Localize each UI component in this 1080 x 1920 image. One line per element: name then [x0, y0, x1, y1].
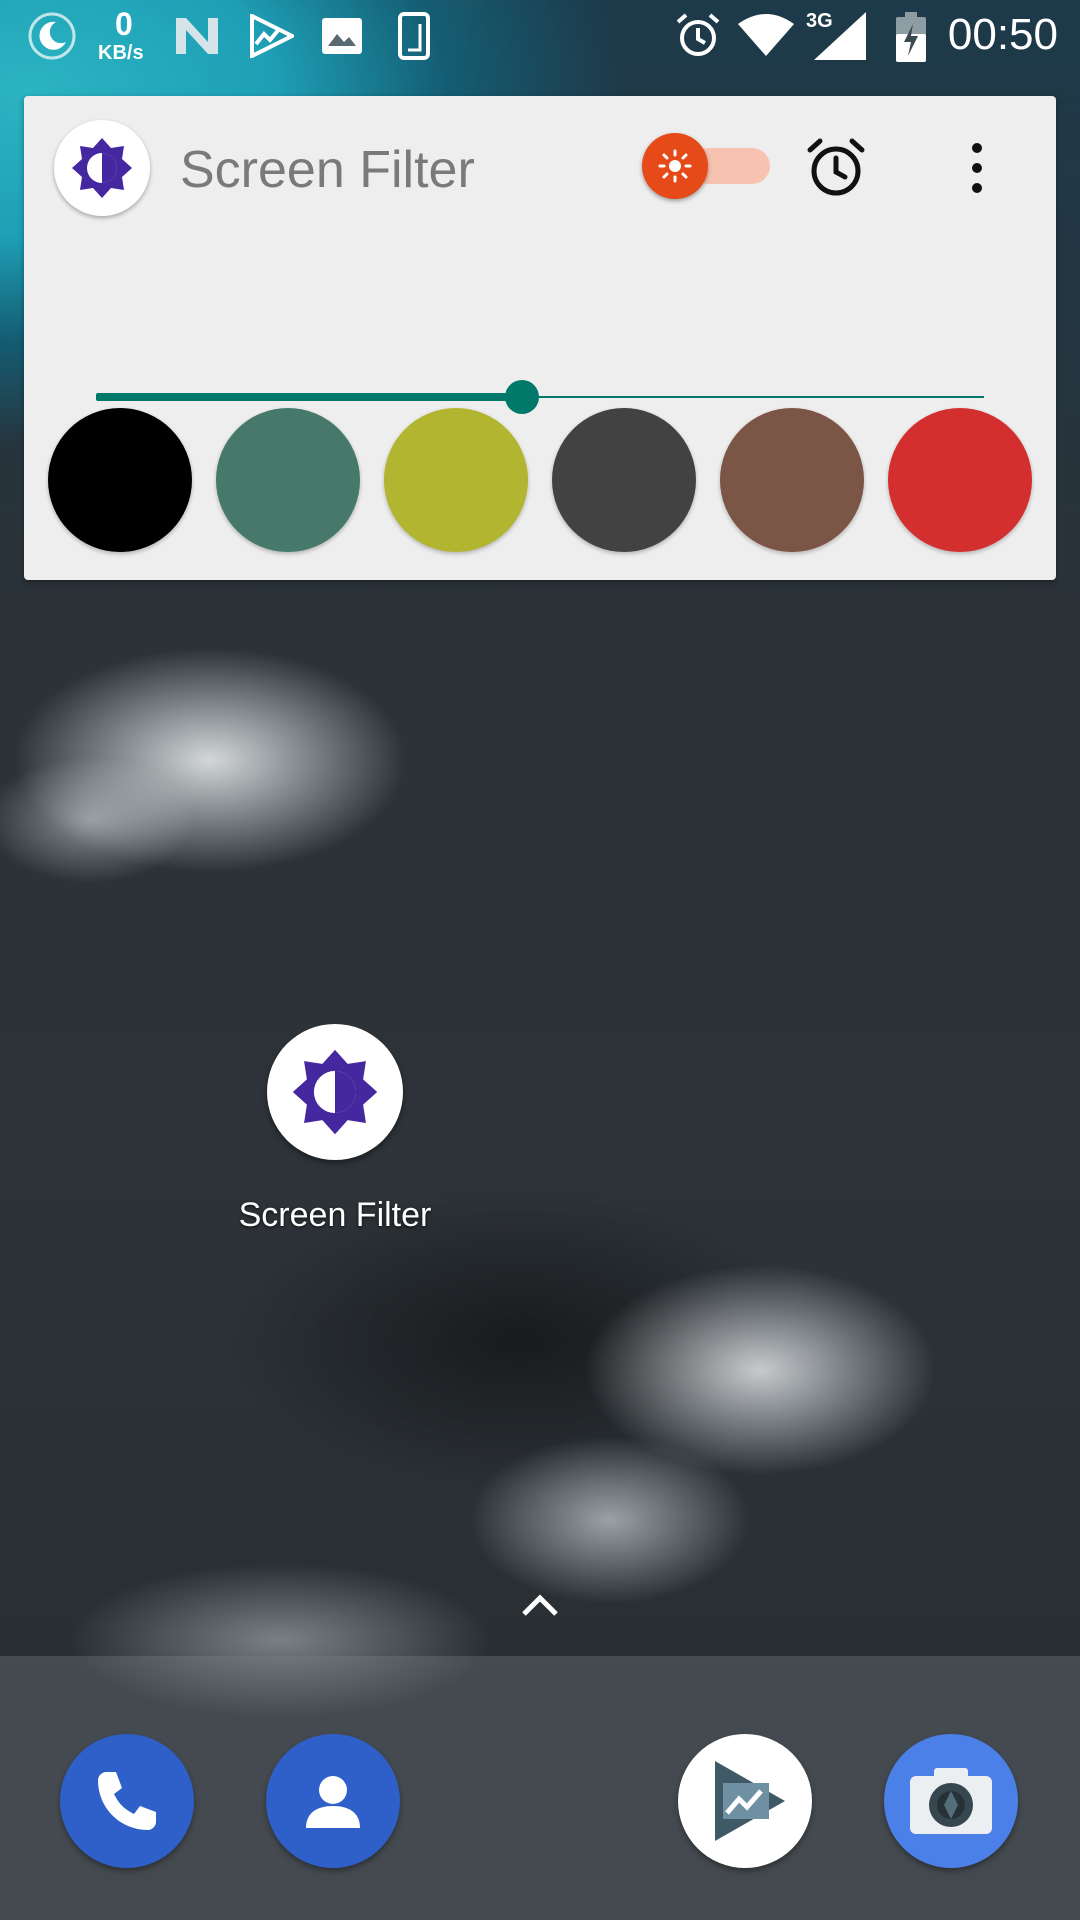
- screen-filter-shortcut[interactable]: Screen Filter: [232, 1024, 438, 1235]
- app-label: Screen Filter: [238, 1196, 432, 1234]
- sun-icon: [658, 149, 692, 183]
- play-movies-icon[interactable]: [678, 1734, 812, 1868]
- n-icon: [176, 18, 218, 54]
- color-swatch[interactable]: [48, 408, 192, 552]
- brightness-icon: [72, 138, 132, 198]
- more-options-icon[interactable]: [962, 138, 992, 198]
- network-speed-unit: KB/s: [98, 42, 144, 64]
- play-movies-logo-icon: [715, 1761, 785, 1841]
- person-icon: [306, 1776, 360, 1828]
- alarm-icon: [676, 13, 720, 56]
- phone-handset-icon: [98, 1772, 156, 1830]
- app-logo[interactable]: [54, 120, 150, 216]
- color-swatch[interactable]: [720, 408, 864, 552]
- filter-toggle[interactable]: [642, 133, 708, 199]
- camera-icon[interactable]: [884, 1734, 1018, 1868]
- contacts-icon[interactable]: [266, 1734, 400, 1868]
- alarm-icon[interactable]: [804, 136, 868, 200]
- screen-filter-app-icon[interactable]: [267, 1024, 403, 1160]
- battery-charging-icon: [896, 12, 926, 62]
- color-swatches: [48, 408, 1038, 554]
- color-swatch[interactable]: [384, 408, 528, 552]
- night-mode-icon: [28, 12, 76, 60]
- color-swatch[interactable]: [888, 408, 1032, 552]
- status-time: 00:50: [947, 10, 1058, 59]
- brightness-icon: [292, 1049, 378, 1135]
- status-bar: 0 KB/s 3G 00:50: [0, 0, 1080, 75]
- camera-lens-icon: [910, 1768, 992, 1834]
- signal-icon: [814, 12, 866, 60]
- color-swatch[interactable]: [216, 408, 360, 552]
- play-movies-icon: [250, 14, 294, 58]
- phone-icon[interactable]: [60, 1734, 194, 1868]
- slider-fill: [96, 393, 522, 401]
- app-drawer-arrow-icon[interactable]: [520, 1590, 560, 1620]
- screenshot-icon: [398, 12, 430, 60]
- widget-title: Screen Filter: [180, 141, 475, 199]
- wifi-icon: [738, 14, 794, 56]
- image-icon: [322, 18, 362, 54]
- color-swatch[interactable]: [552, 408, 696, 552]
- network-speed-value: 0: [115, 6, 133, 42]
- screen-filter-widget: Screen Filter: [24, 96, 1056, 580]
